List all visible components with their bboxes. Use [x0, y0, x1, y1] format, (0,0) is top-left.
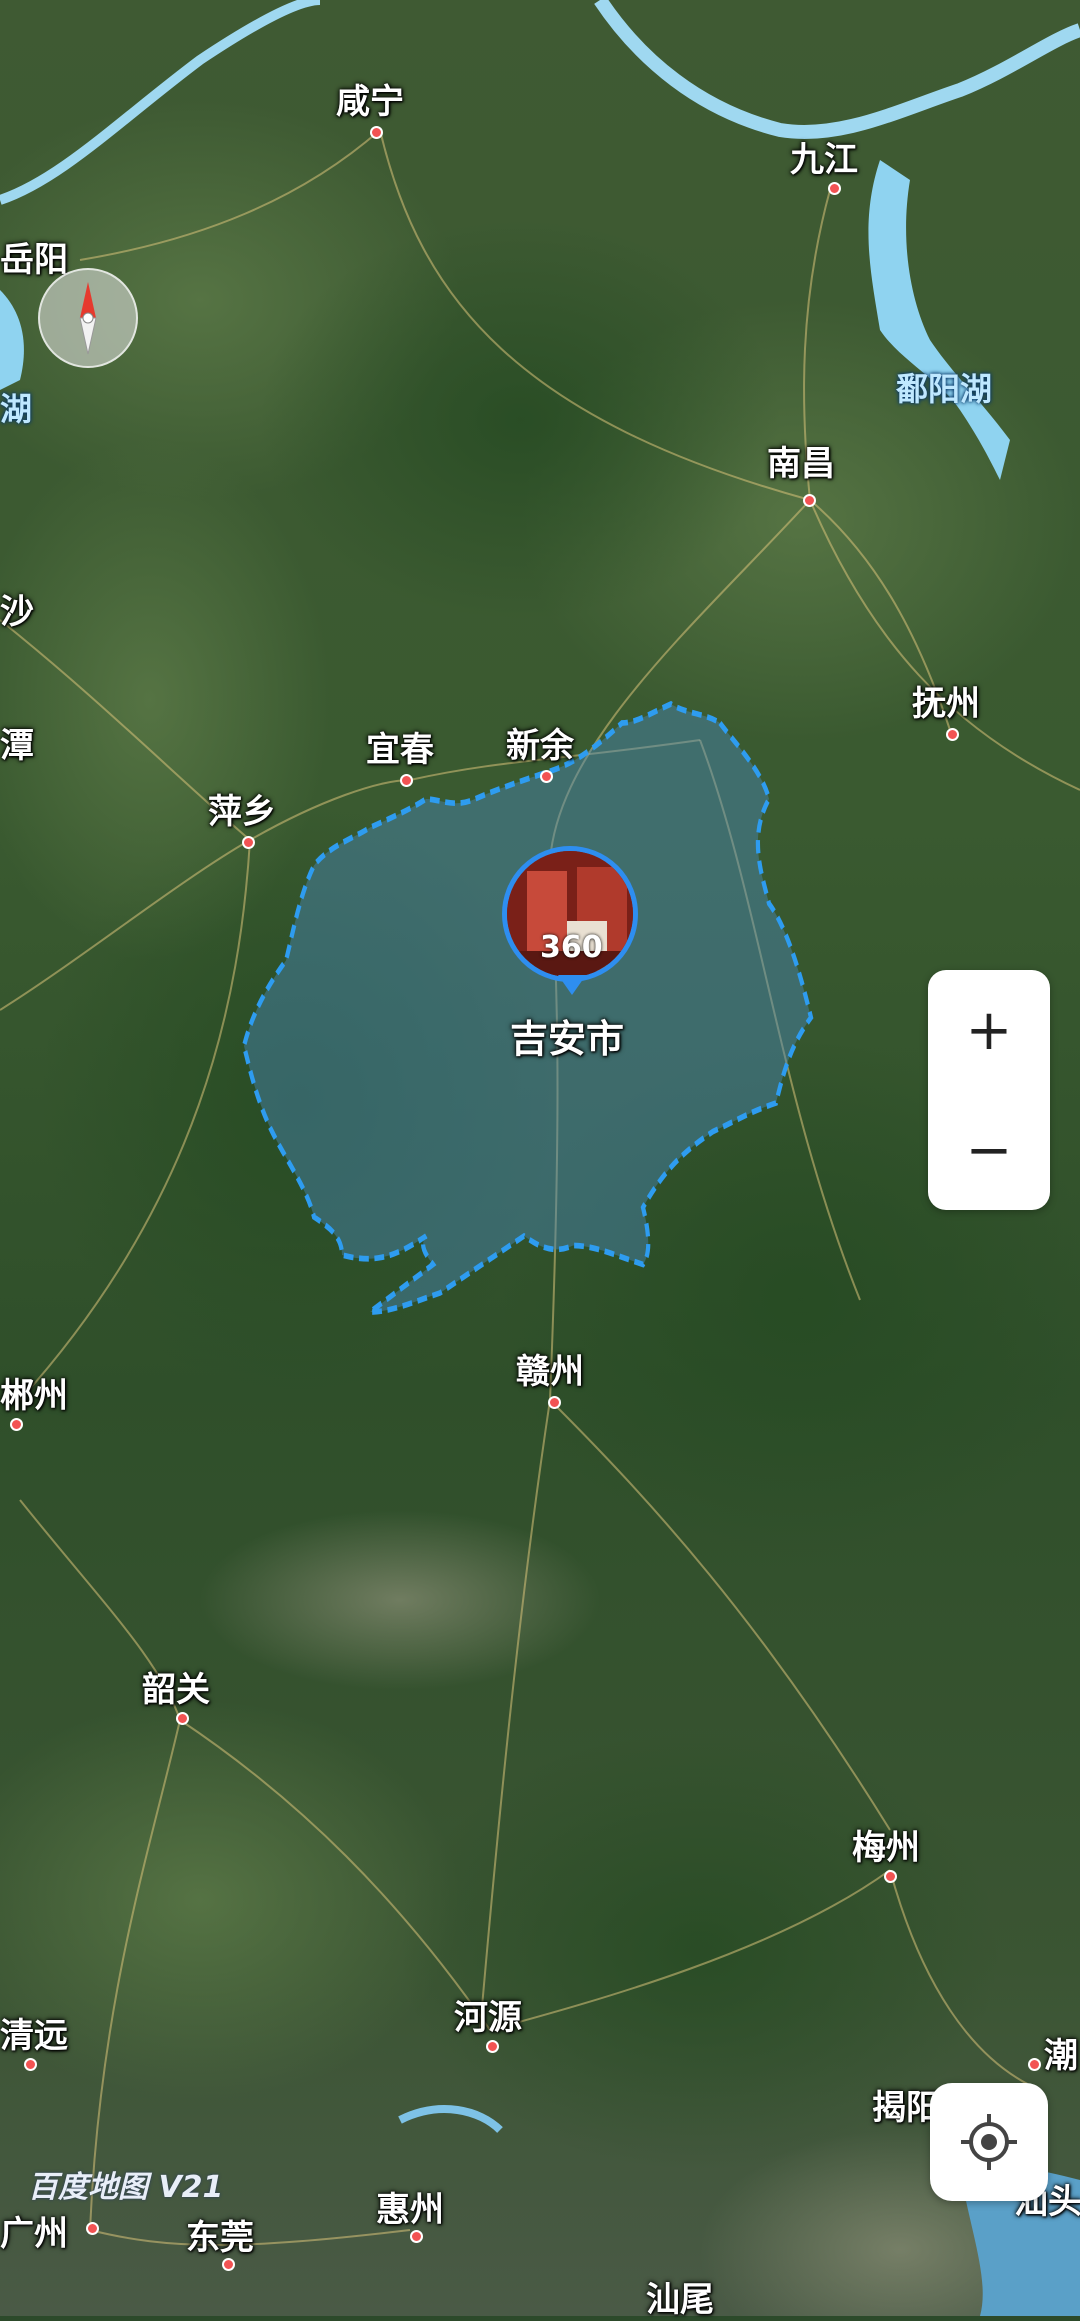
zoom-out-button[interactable]: −: [928, 1090, 1050, 1210]
lake-label: 鄱阳湖: [896, 370, 993, 408]
panorama-360-label: 360: [540, 930, 603, 965]
city-dot: [828, 182, 841, 195]
city-dot: [410, 2230, 423, 2243]
city-label[interactable]: 东莞: [186, 2210, 254, 2259]
city-label[interactable]: 广州: [0, 2206, 68, 2255]
city-dot: [24, 2058, 37, 2071]
city-label[interactable]: 潭: [0, 718, 34, 767]
city-dot: [548, 1396, 561, 1409]
city-label[interactable]: 潮: [1044, 2028, 1078, 2077]
region-label[interactable]: 吉安市: [510, 1008, 624, 1063]
city-dot: [86, 2222, 99, 2235]
compass-button[interactable]: [38, 268, 138, 368]
locate-icon: [961, 2114, 1017, 2170]
city-label[interactable]: 抚州: [912, 676, 980, 725]
city-dot: [176, 1712, 189, 1725]
city-label[interactable]: 汕尾: [646, 2272, 714, 2321]
city-label[interactable]: 萍乡: [208, 784, 276, 833]
compass-icon: [79, 282, 97, 355]
city-label[interactable]: 河源: [454, 1990, 522, 2039]
city-label[interactable]: 韶关: [142, 1662, 210, 1711]
locate-button[interactable]: [930, 2083, 1048, 2201]
satellite-map[interactable]: [0, 0, 1080, 2316]
city-dot: [242, 836, 255, 849]
pin-pointer: [558, 975, 586, 995]
city-dot: [1028, 2058, 1041, 2071]
city-label[interactable]: 沙: [0, 584, 34, 633]
city-dot: [10, 1418, 23, 1431]
zoom-control: + −: [928, 970, 1050, 1210]
city-label[interactable]: 郴州: [0, 1368, 68, 1417]
city-dot: [803, 494, 816, 507]
city-dot: [884, 1870, 897, 1883]
zoom-in-button[interactable]: +: [928, 970, 1050, 1090]
city-label[interactable]: 宜春: [366, 722, 434, 771]
city-dot: [540, 770, 553, 783]
lake-label: 湖: [0, 390, 33, 428]
city-label[interactable]: 梅州: [852, 1820, 920, 1869]
city-label[interactable]: 赣州: [516, 1344, 584, 1393]
city-dot: [486, 2040, 499, 2053]
city-label[interactable]: 咸宁: [336, 74, 404, 123]
city-dot: [370, 126, 383, 139]
city-label[interactable]: 新余: [506, 718, 574, 767]
city-dot: [222, 2258, 235, 2271]
city-dot: [946, 728, 959, 741]
city-label[interactable]: 九江: [790, 132, 858, 181]
city-label[interactable]: 惠州: [376, 2182, 444, 2231]
city-label[interactable]: 南昌: [767, 436, 835, 485]
city-dot: [400, 774, 413, 787]
map-provider-watermark: 百度地图 V21: [28, 2170, 224, 2205]
city-label[interactable]: 清远: [0, 2008, 68, 2057]
